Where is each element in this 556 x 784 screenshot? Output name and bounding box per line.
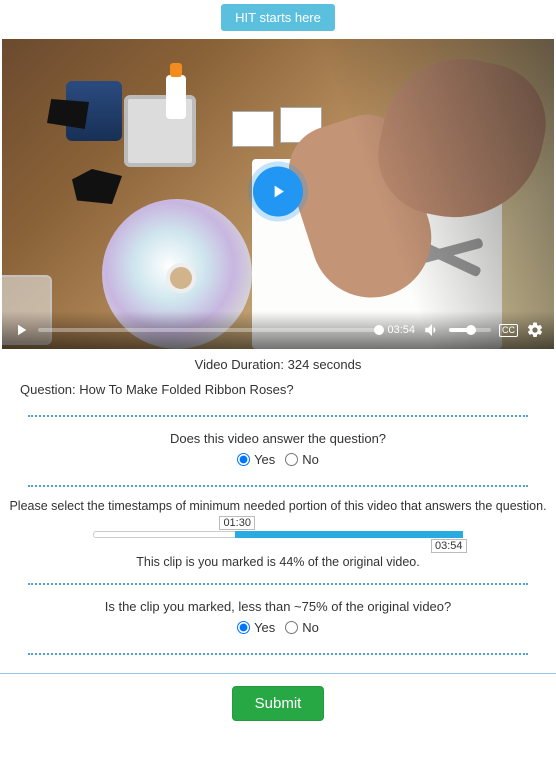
q2-prompt: Is the clip you marked, less than ~75% o…	[2, 599, 554, 614]
scene-scrap	[47, 99, 89, 129]
divider-full	[0, 673, 556, 674]
radio-label: Yes	[254, 620, 275, 635]
scene-shadow	[304, 39, 554, 349]
divider	[28, 415, 528, 417]
scene-stamp-box	[232, 111, 274, 147]
q2-no-option[interactable]: No	[285, 620, 319, 635]
timestamp-start-label: 01:30	[219, 516, 255, 530]
play-button[interactable]	[253, 167, 303, 217]
question-text: Question: How To Make Folded Ribbon Rose…	[0, 380, 556, 409]
radio-label: Yes	[254, 452, 275, 467]
q2-yes-radio[interactable]	[237, 621, 250, 634]
radio-label: No	[302, 452, 319, 467]
q1-yes-radio[interactable]	[237, 453, 250, 466]
volume-slider[interactable]	[449, 328, 491, 332]
divider	[28, 485, 528, 487]
submit-button[interactable]: Submit	[232, 686, 325, 721]
q2-radio-group: Yes No	[2, 614, 554, 639]
clip-percentage-text: This clip is you marked is 44% of the or…	[0, 551, 556, 577]
hit-starts-button[interactable]: HIT starts here	[221, 4, 335, 31]
q2-yes-option[interactable]: Yes	[237, 620, 275, 635]
captions-button[interactable]: CC	[499, 324, 518, 337]
video-controls: 03:54 CC	[2, 311, 554, 349]
timestamp-prompt: Please select the timestamps of minimum …	[0, 493, 556, 515]
divider	[28, 583, 528, 585]
q1-yes-option[interactable]: Yes	[237, 452, 275, 467]
gear-icon[interactable]	[526, 321, 544, 339]
q2-no-radio[interactable]	[285, 621, 298, 634]
q1-no-radio[interactable]	[285, 453, 298, 466]
radio-label: No	[302, 620, 319, 635]
scene-scrap	[72, 169, 122, 204]
scene-glue	[166, 75, 186, 119]
video-player[interactable]: 03:54 CC	[2, 39, 554, 349]
play-icon[interactable]	[12, 321, 30, 339]
q1-radio-group: Yes No	[2, 446, 554, 471]
q1-no-option[interactable]: No	[285, 452, 319, 467]
slider-range[interactable]	[235, 531, 463, 538]
play-icon	[268, 182, 288, 202]
divider	[28, 653, 528, 655]
video-duration-label: Video Duration: 324 seconds	[2, 357, 554, 372]
current-time: 03:54	[387, 324, 415, 336]
timestamp-slider[interactable]: 01:30 03:54	[93, 517, 463, 551]
volume-icon[interactable]	[423, 321, 441, 339]
progress-bar[interactable]	[38, 328, 379, 332]
q1-prompt: Does this video answer the question?	[2, 431, 554, 446]
volume-fill	[449, 328, 469, 332]
timestamp-end-label: 03:54	[431, 539, 467, 553]
